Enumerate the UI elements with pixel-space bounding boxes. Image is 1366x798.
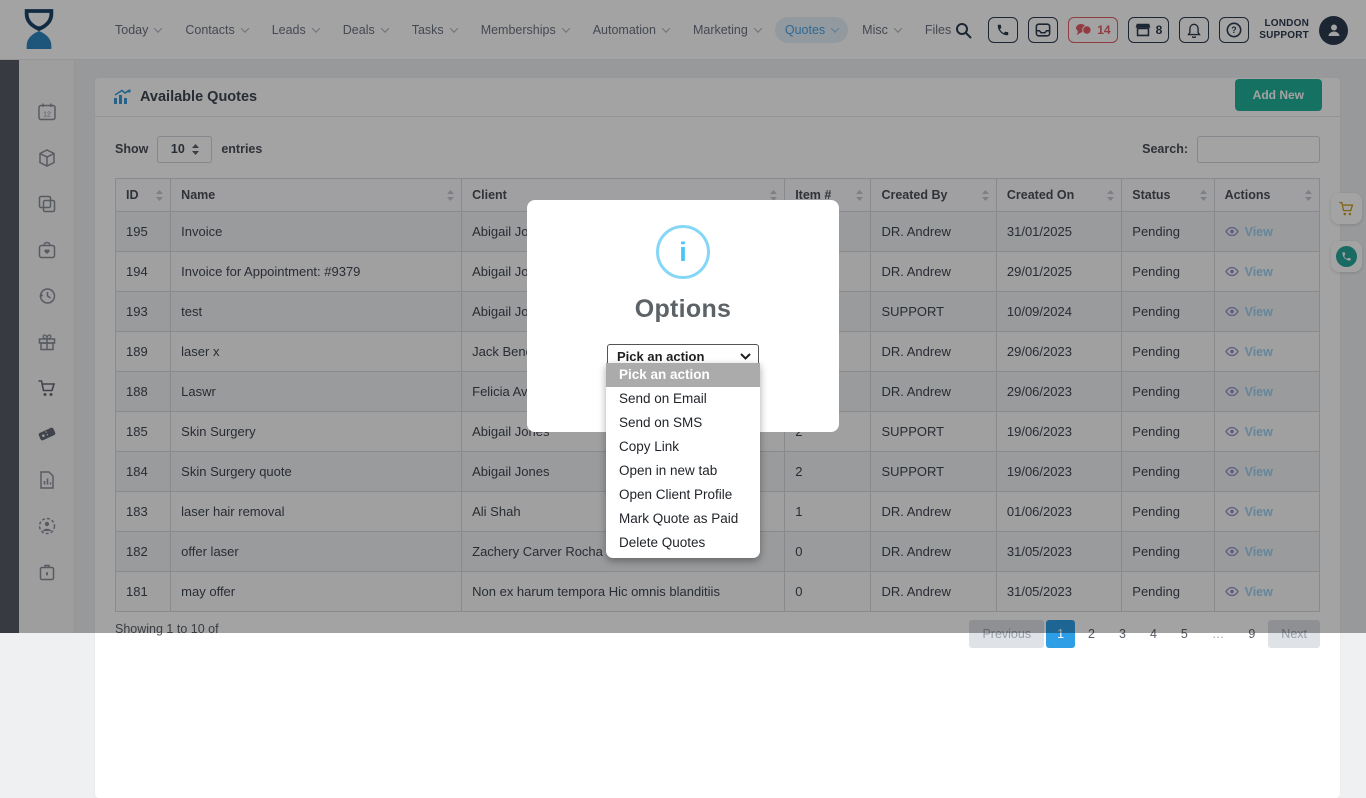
dropdown-option[interactable]: Pick an action	[606, 363, 760, 387]
dropdown-option[interactable]: Mark Quote as Paid	[606, 507, 760, 531]
chevron-down-icon	[740, 353, 751, 360]
info-icon: i	[656, 225, 710, 279]
dropdown-option[interactable]: Delete Quotes	[606, 531, 760, 555]
dropdown-option[interactable]: Open in new tab	[606, 459, 760, 483]
app: { "topbar": { "nav": [ {"label": "Today"…	[0, 0, 1366, 633]
action-dropdown-list: Pick an actionSend on EmailSend on SMSCo…	[606, 363, 760, 558]
modal-title: Options	[635, 295, 732, 324]
dropdown-option[interactable]: Copy Link	[606, 435, 760, 459]
dropdown-option[interactable]: Open Client Profile	[606, 483, 760, 507]
dropdown-option[interactable]: Send on SMS	[606, 411, 760, 435]
dropdown-option[interactable]: Send on Email	[606, 387, 760, 411]
